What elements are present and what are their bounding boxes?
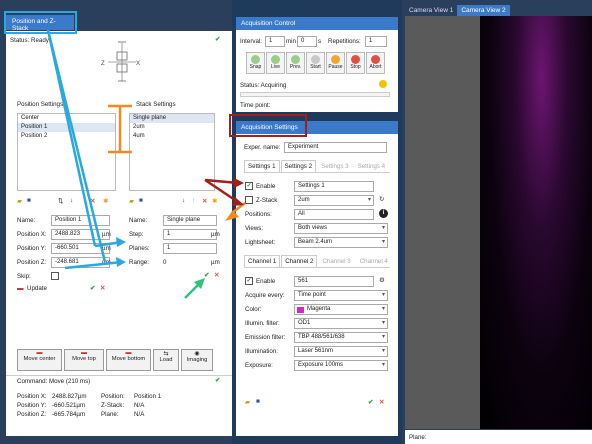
annotation-arrows [46,29,246,299]
